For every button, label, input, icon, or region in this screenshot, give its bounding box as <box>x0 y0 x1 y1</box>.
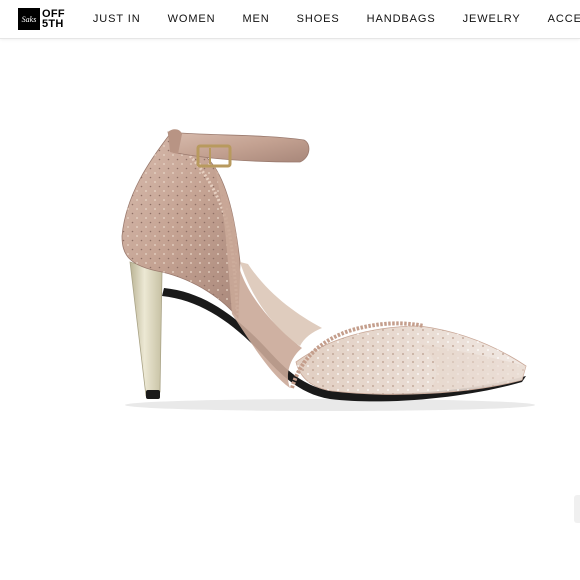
nav-item-handbags[interactable]: HANDBAGS <box>367 13 436 25</box>
nav-item-just-in[interactable]: JUST IN <box>93 13 141 25</box>
nav-item-accessories[interactable]: ACCESSORIES <box>548 13 580 25</box>
scroll-indicator[interactable] <box>574 495 580 523</box>
heel-tip <box>146 390 160 399</box>
product-image[interactable] <box>0 40 580 580</box>
stiletto-heel <box>129 261 163 399</box>
saks-logo-mark: Saks <box>18 8 40 30</box>
nav-links: JUST IN WOMEN MEN SHOES HANDBAGS JEWELRY… <box>93 13 580 25</box>
nav-item-shoes[interactable]: SHOES <box>297 13 340 25</box>
shoe-shadow <box>125 399 535 411</box>
nav-item-jewelry[interactable]: JEWELRY <box>463 13 521 25</box>
page: Saks OFF 5TH JUST IN WOMEN MEN SHOES HAN… <box>0 0 580 580</box>
nav-item-men[interactable]: MEN <box>242 13 269 25</box>
off-5th-wordmark: OFF 5TH <box>42 9 65 30</box>
saks-off-5th-logo[interactable]: Saks OFF 5TH <box>18 6 65 32</box>
top-navigation-bar: Saks OFF 5TH JUST IN WOMEN MEN SHOES HAN… <box>0 0 580 39</box>
nav-item-women[interactable]: WOMEN <box>168 13 216 25</box>
logo-word-line2: 5TH <box>42 18 64 30</box>
